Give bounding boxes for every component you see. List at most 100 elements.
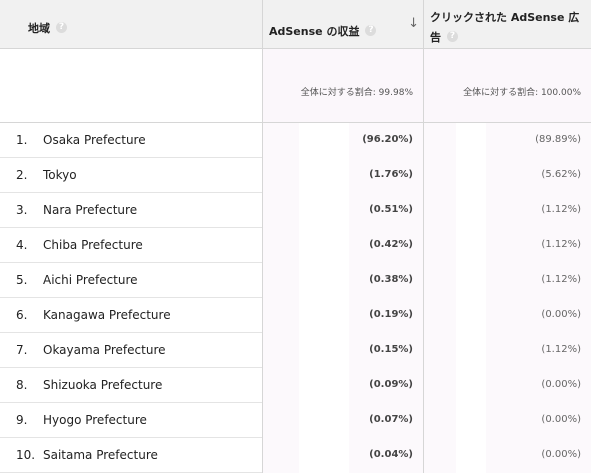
revenue-cell: (0.15%): [262, 333, 423, 368]
header-revenue-label: AdSense の収益: [269, 25, 360, 38]
row-number: 10.: [16, 448, 36, 462]
revenue-percent: (96.20%): [362, 134, 413, 145]
revenue-cell: (0.09%): [262, 368, 423, 403]
clicks-percent: (0.00%): [541, 414, 581, 425]
clicks-percent: (89.89%): [535, 134, 581, 145]
table-header: 地域? AdSense の収益? ↓ クリックされた AdSense 広 告?: [0, 0, 591, 49]
summary-row: 全体に対する割合: 99.98% 全体に対する割合: 100.00%: [0, 49, 591, 123]
row-number: 2.: [16, 168, 28, 182]
revenue-value-area: [299, 123, 349, 158]
table-row: 6. Kanagawa Prefecture (0.19%) (0.00%): [0, 298, 591, 333]
clicks-cell: (0.00%): [423, 438, 591, 473]
region-name-link[interactable]: Shizuoka Prefecture: [43, 378, 162, 392]
summary-cell-revenue: 全体に対する割合: 99.98%: [262, 49, 423, 122]
clicks-percent: (0.00%): [541, 379, 581, 390]
revenue-cell: (1.76%): [262, 158, 423, 193]
clicks-value-area: [456, 123, 486, 158]
header-clicks-label-line2: 告: [430, 31, 441, 44]
revenue-cell: (0.38%): [262, 263, 423, 298]
revenue-value-area: [299, 333, 349, 368]
clicks-cell: (89.89%): [423, 123, 591, 158]
region-name-link[interactable]: Okayama Prefecture: [43, 343, 166, 357]
revenue-cell: (96.20%): [262, 123, 423, 158]
clicks-cell: (1.12%): [423, 228, 591, 263]
revenue-value-area: [299, 228, 349, 263]
table-row: 1. Osaka Prefecture (96.20%) (89.89%): [0, 123, 591, 158]
sort-down-icon[interactable]: ↓: [408, 16, 419, 31]
revenue-cell: (0.19%): [262, 298, 423, 333]
help-icon[interactable]: ?: [365, 25, 377, 36]
clicks-cell: (0.00%): [423, 368, 591, 403]
revenue-value-area: [299, 263, 349, 298]
row-number: 4.: [16, 238, 28, 252]
region-name-link[interactable]: Hyogo Prefecture: [43, 413, 147, 427]
row-number: 1.: [16, 133, 28, 147]
revenue-percent: (0.07%): [369, 414, 413, 425]
table-row: 8. Shizuoka Prefecture (0.09%) (0.00%): [0, 368, 591, 403]
header-region-label: 地域: [28, 22, 50, 35]
revenue-percent: (0.38%): [369, 274, 413, 285]
header-adsense-revenue[interactable]: AdSense の収益? ↓: [262, 0, 423, 49]
revenue-percent: (0.04%): [369, 449, 413, 460]
table-row: 10. Saitama Prefecture (0.04%) (0.00%): [0, 438, 591, 473]
table-row: 9. Hyogo Prefecture (0.07%) (0.00%): [0, 403, 591, 438]
region-name-link[interactable]: Aichi Prefecture: [43, 273, 138, 287]
revenue-cell: (0.51%): [262, 193, 423, 228]
region-cell: 8. Shizuoka Prefecture: [0, 368, 262, 403]
revenue-cell: (0.07%): [262, 403, 423, 438]
region-cell: 6. Kanagawa Prefecture: [0, 298, 262, 333]
clicks-cell: (1.12%): [423, 333, 591, 368]
region-cell: 2. Tokyo: [0, 158, 262, 193]
clicks-value-area: [456, 333, 486, 368]
row-number: 7.: [16, 343, 28, 357]
revenue-value-area: [299, 403, 349, 438]
header-region[interactable]: 地域?: [0, 0, 262, 49]
clicks-cell: (0.00%): [423, 298, 591, 333]
clicks-percent: (0.00%): [541, 309, 581, 320]
clicks-percent: (5.62%): [541, 169, 581, 180]
clicks-cell: (1.12%): [423, 193, 591, 228]
clicks-percent: (1.12%): [541, 274, 581, 285]
region-cell: 1. Osaka Prefecture: [0, 123, 262, 158]
revenue-percent: (0.15%): [369, 344, 413, 355]
table-body: 1. Osaka Prefecture (96.20%) (89.89%) 2. Toky…: [0, 123, 591, 473]
summary-clicks-share: 全体に対する割合: 100.00%: [463, 88, 581, 98]
clicks-value-area: [456, 298, 486, 333]
header-clicks-label-line1: クリックされた AdSense 広: [430, 11, 580, 24]
help-icon[interactable]: ?: [56, 22, 67, 33]
revenue-value-area: [299, 158, 349, 193]
region-name-link[interactable]: Kanagawa Prefecture: [43, 308, 171, 322]
revenue-value-area: [299, 438, 349, 473]
clicks-value-area: [456, 263, 486, 298]
table-row: 5. Aichi Prefecture (0.38%) (1.12%): [0, 263, 591, 298]
table-row: 4. Chiba Prefecture (0.42%) (1.12%): [0, 228, 591, 263]
clicks-value-area: [456, 368, 486, 403]
revenue-percent: (0.19%): [369, 309, 413, 320]
region-name-link[interactable]: Tokyo: [43, 168, 77, 182]
header-adsense-clicks[interactable]: クリックされた AdSense 広 告?: [423, 0, 591, 49]
clicks-value-area: [456, 193, 486, 228]
clicks-percent: (1.12%): [541, 204, 581, 215]
region-name-link[interactable]: Saitama Prefecture: [43, 448, 158, 462]
revenue-cell: (0.42%): [262, 228, 423, 263]
clicks-value-area: [456, 438, 486, 473]
revenue-value-area: [299, 368, 349, 403]
region-name-link[interactable]: Nara Prefecture: [43, 203, 137, 217]
table-row: 7. Okayama Prefecture (0.15%) (1.12%): [0, 333, 591, 368]
revenue-value-area: [299, 298, 349, 333]
clicks-value-area: [456, 158, 486, 193]
region-cell: 5. Aichi Prefecture: [0, 263, 262, 298]
region-cell: 7. Okayama Prefecture: [0, 333, 262, 368]
revenue-percent: (0.51%): [369, 204, 413, 215]
clicks-cell: (1.12%): [423, 263, 591, 298]
report-table: 地域? AdSense の収益? ↓ クリックされた AdSense 広 告? …: [0, 0, 591, 473]
table-row: 3. Nara Prefecture (0.51%) (1.12%): [0, 193, 591, 228]
region-name-link[interactable]: Osaka Prefecture: [43, 133, 146, 147]
summary-cell-region: [0, 49, 262, 122]
region-name-link[interactable]: Chiba Prefecture: [43, 238, 143, 252]
revenue-cell: (0.04%): [262, 438, 423, 473]
clicks-percent: (0.00%): [541, 449, 581, 460]
region-cell: 9. Hyogo Prefecture: [0, 403, 262, 438]
clicks-percent: (1.12%): [541, 239, 581, 250]
help-icon[interactable]: ?: [447, 31, 458, 42]
